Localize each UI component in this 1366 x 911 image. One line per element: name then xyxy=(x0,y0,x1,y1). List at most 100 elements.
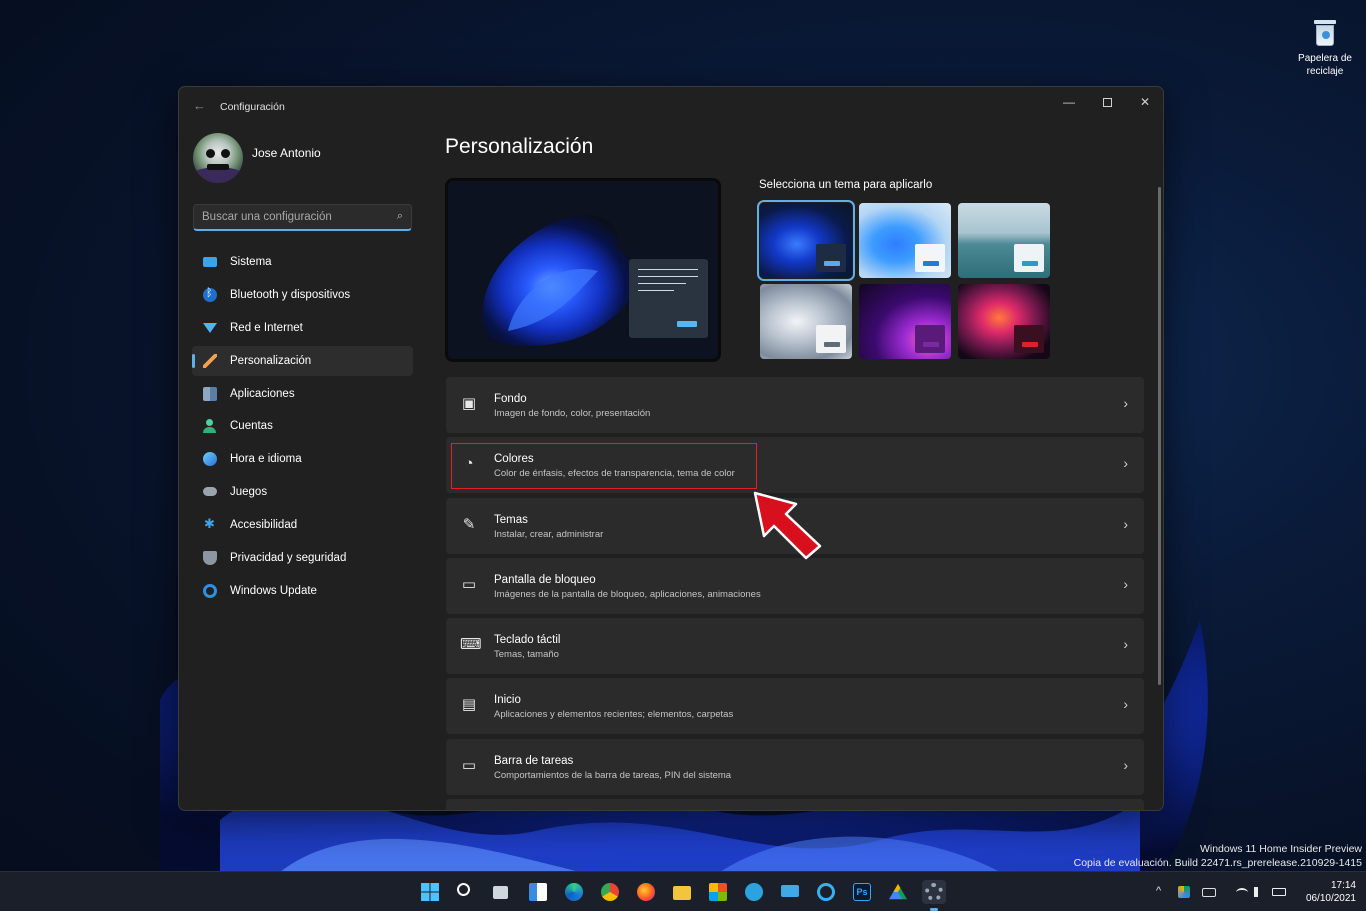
search-icon xyxy=(457,883,470,896)
card-subtitle: Imagen de fondo, color, presentación xyxy=(494,408,651,419)
update-icon xyxy=(203,583,217,598)
chevron-right-icon: › xyxy=(1123,395,1128,411)
store-button[interactable] xyxy=(706,880,730,904)
sidebar-item-privacidad[interactable]: Privacidad y seguridad xyxy=(192,543,413,573)
chevron-right-icon: › xyxy=(1123,515,1128,532)
card-subtitle: Aplicaciones y elementos recientes; elem… xyxy=(494,709,734,721)
card-subtitle: Imágenes de la pantalla de bloqueo, apli… xyxy=(494,588,761,600)
wifi-icon xyxy=(203,322,217,333)
chevron-right-icon: › xyxy=(1123,575,1128,592)
task-view-button[interactable] xyxy=(490,880,514,904)
recycle-bin[interactable]: Papelera de reciclaje xyxy=(1290,20,1360,78)
card-fondo[interactable]: ▣ Fondo Imagen de fondo, color, presenta… xyxy=(446,377,1144,433)
sidebar-item-label: Bluetooth y dispositivos xyxy=(230,288,351,301)
sidebar-item-label: Privacidad y seguridad xyxy=(230,552,347,565)
chrome-button[interactable] xyxy=(598,880,622,904)
card-barra-tareas[interactable]: ▭ Barra de tareas Comportamientos de la … xyxy=(446,738,1144,795)
search-taskbar-button[interactable] xyxy=(454,880,478,904)
gear-icon xyxy=(925,883,943,901)
photoshop-button[interactable]: Ps xyxy=(850,880,874,904)
theme-thumbnail[interactable] xyxy=(859,203,951,278)
watermark-line-2: Copia de evaluación. Build 22471.rs_prer… xyxy=(1073,857,1362,869)
start-button[interactable] xyxy=(418,880,442,904)
scrollbar[interactable] xyxy=(1158,187,1161,685)
sync-app-icon xyxy=(817,883,835,901)
sidebar-item-hora[interactable]: Hora e idioma xyxy=(192,444,413,474)
wifi-icon[interactable] xyxy=(1236,888,1248,897)
card-title: Temas xyxy=(494,513,528,526)
theme-thumbnail[interactable] xyxy=(757,200,855,281)
window-title: Configuración xyxy=(220,101,285,113)
close-button[interactable]: ✕ xyxy=(1126,91,1163,113)
maximize-button[interactable] xyxy=(1088,91,1126,113)
tray-chevron-up-icon[interactable]: ^ xyxy=(1156,885,1161,897)
sidebar-item-cuentas[interactable]: Cuentas xyxy=(192,411,413,441)
remote-desktop-button[interactable] xyxy=(778,880,802,904)
monitor-icon xyxy=(781,885,799,897)
clock[interactable]: 17:14 06/10/2021 xyxy=(1306,879,1356,905)
theme-thumbnail[interactable] xyxy=(760,284,852,359)
app-button[interactable] xyxy=(814,880,838,904)
start-icon: ▤ xyxy=(461,696,477,714)
sidebar-item-windows-update[interactable]: Windows Update xyxy=(192,576,413,606)
sidebar-item-aplicaciones[interactable]: Aplicaciones xyxy=(192,379,413,409)
google-drive-icon xyxy=(889,883,907,900)
google-drive-tray-icon[interactable] xyxy=(1178,886,1190,898)
sidebar-item-bluetooth[interactable]: Bluetooth y dispositivos xyxy=(192,280,413,310)
page-title: Personalización xyxy=(445,135,594,158)
keyboard-icon: ⌨ xyxy=(460,636,482,654)
edge-button[interactable] xyxy=(562,880,586,904)
widgets-icon xyxy=(529,883,547,901)
image-icon: ▣ xyxy=(461,395,477,412)
task-view-icon xyxy=(493,886,508,899)
firefox-button[interactable] xyxy=(634,880,658,904)
theme-thumbnail[interactable] xyxy=(958,284,1050,359)
sidebar-item-juegos[interactable]: Juegos xyxy=(192,477,413,507)
monitor-icon xyxy=(203,257,217,267)
sidebar-item-label: Sistema xyxy=(230,256,272,268)
theme-preview xyxy=(445,178,721,362)
minimize-button[interactable]: — xyxy=(1050,91,1088,113)
recycle-bin-icon xyxy=(1314,20,1336,46)
photoshop-icon: Ps xyxy=(853,883,871,901)
card-title: Teclado táctil xyxy=(494,634,561,647)
settings-taskbar-button[interactable] xyxy=(922,880,946,911)
card-pantalla-bloqueo[interactable]: ▭ Pantalla de bloqueo Imágenes de la pan… xyxy=(446,557,1144,614)
battery-icon[interactable] xyxy=(1272,888,1286,896)
volume-icon[interactable] xyxy=(1254,887,1264,897)
user-profile[interactable]: Jose Antonio xyxy=(193,133,423,185)
chevron-right-icon: › xyxy=(1123,455,1128,472)
card-inicio[interactable]: ▤ Inicio Aplicaciones y elementos recien… xyxy=(446,678,1144,735)
sidebar-item-sistema[interactable]: Sistema xyxy=(192,247,413,277)
sidebar-item-personalizacion[interactable]: Personalización xyxy=(192,345,413,376)
widgets-button[interactable] xyxy=(526,880,550,904)
theme-thumbnail[interactable] xyxy=(958,203,1050,278)
avatar[interactable] xyxy=(193,133,243,183)
telegram-button[interactable] xyxy=(742,880,766,904)
search-box[interactable]: ⌕ xyxy=(193,204,412,231)
search-icon[interactable]: ⌕ xyxy=(397,210,403,223)
globe-clock-icon xyxy=(203,452,217,467)
card-teclado-tactil[interactable]: ⌨ Teclado táctil Temas, tamaño › xyxy=(446,618,1144,675)
keyboard-tray-icon[interactable] xyxy=(1202,888,1216,897)
google-drive-button[interactable] xyxy=(886,880,910,904)
store-icon xyxy=(709,883,727,901)
sidebar-item-accesibilidad[interactable]: Accesibilidad xyxy=(192,510,413,540)
title-bar: ← Configuración — ✕ xyxy=(179,87,1163,125)
taskbar: Ps ^ 17:14 06/10/2021 xyxy=(0,871,1366,911)
card-next-partial[interactable] xyxy=(446,799,1144,810)
search-input[interactable] xyxy=(194,205,384,229)
highlight-box xyxy=(451,443,757,489)
theme-thumbnail[interactable] xyxy=(859,284,951,359)
sidebar-item-red[interactable]: Red e Internet xyxy=(192,313,413,343)
sidebar-nav: Sistema Bluetooth y dispositivos Red e I… xyxy=(192,247,413,609)
clock-date: 06/10/2021 xyxy=(1305,893,1356,904)
preview-window xyxy=(629,259,708,338)
theme-grid xyxy=(757,200,1052,360)
file-explorer-button[interactable] xyxy=(670,880,694,904)
settings-window: ← Configuración — ✕ Jose Antonio ⌕ Siste… xyxy=(178,86,1164,811)
maximize-icon xyxy=(1102,98,1112,108)
chevron-right-icon: › xyxy=(1123,696,1128,713)
taskbar-icon: ▭ xyxy=(461,756,477,774)
back-arrow-icon[interactable]: ← xyxy=(193,98,206,113)
